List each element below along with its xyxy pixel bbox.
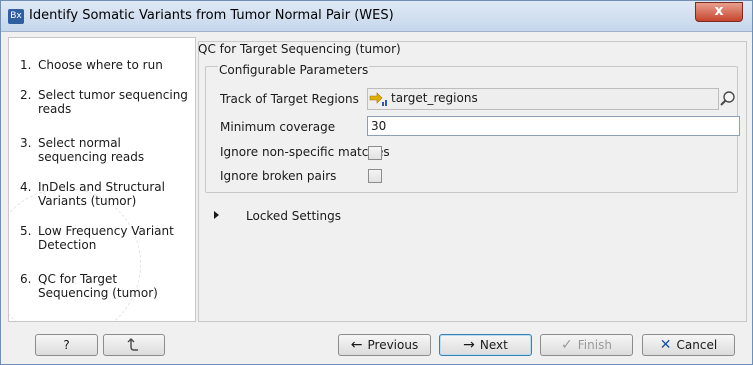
- reset-icon: [127, 338, 138, 351]
- step-label: Select tumor sequencing reads: [38, 88, 188, 116]
- group-title: Configurable Parameters: [218, 63, 370, 77]
- checkmark-icon: ✓: [561, 337, 573, 353]
- next-label: Next: [479, 338, 508, 352]
- step-label: QC for Target Sequencing (tumor): [38, 272, 158, 300]
- step-label: Low Frequency Variant Detection: [38, 224, 174, 252]
- x-icon: ✕: [659, 337, 672, 353]
- track-label: Track of Target Regions: [220, 92, 359, 106]
- question-icon: ?: [63, 338, 70, 352]
- reset-button[interactable]: [103, 334, 165, 356]
- step-number: 4.: [20, 180, 32, 194]
- step-number: 5.: [20, 224, 32, 238]
- app-icon: Bx: [8, 9, 24, 24]
- track-value: target_regions: [391, 91, 478, 105]
- step-number: 6.: [20, 272, 32, 286]
- panel-header: QC for Target Sequencing (tumor): [198, 42, 401, 56]
- step-number: 1.: [20, 58, 32, 72]
- arrow-left-icon: ←: [350, 337, 363, 353]
- cancel-label: Cancel: [676, 338, 718, 352]
- previous-label: Previous: [367, 338, 419, 352]
- title-bar: Bx Identify Somatic Variants from Tumor …: [1, 1, 752, 32]
- ignore-broken-checkbox[interactable]: [368, 169, 382, 183]
- min-coverage-label: Minimum coverage: [220, 120, 336, 134]
- step-number: 2.: [20, 88, 32, 102]
- previous-button[interactable]: ← Previous: [338, 334, 431, 356]
- expand-arrow-icon[interactable]: [214, 211, 219, 219]
- step-number: 3.: [20, 136, 32, 150]
- watermark-seal: [9, 188, 141, 321]
- browse-icon[interactable]: [718, 88, 738, 108]
- locked-settings-label[interactable]: Locked Settings: [246, 209, 341, 223]
- min-coverage-input[interactable]: 30: [367, 116, 740, 136]
- help-button[interactable]: ?: [35, 334, 98, 356]
- cancel-button[interactable]: ✕ Cancel: [642, 334, 735, 356]
- finish-button: ✓ Finish: [540, 334, 633, 356]
- track-icon: [369, 92, 387, 106]
- step-label: Select normal sequencing reads: [38, 136, 145, 164]
- finish-label: Finish: [577, 338, 612, 352]
- arrow-right-icon: →: [463, 337, 475, 353]
- close-button[interactable]: x: [695, 2, 743, 22]
- next-button[interactable]: → Next: [439, 334, 532, 356]
- ignore-nonspecific-label: Ignore non-specific matches: [220, 145, 390, 159]
- step-label: InDels and Structural Variants (tumor): [38, 180, 165, 208]
- step-label: Choose where to run: [38, 58, 163, 72]
- steps-panel: 1. Choose where to run 2. Select tumor s…: [8, 37, 196, 322]
- window-title: Identify Somatic Variants from Tumor Nor…: [29, 8, 394, 23]
- ignore-broken-label: Ignore broken pairs: [220, 169, 337, 183]
- ignore-nonspecific-checkbox[interactable]: [368, 146, 382, 160]
